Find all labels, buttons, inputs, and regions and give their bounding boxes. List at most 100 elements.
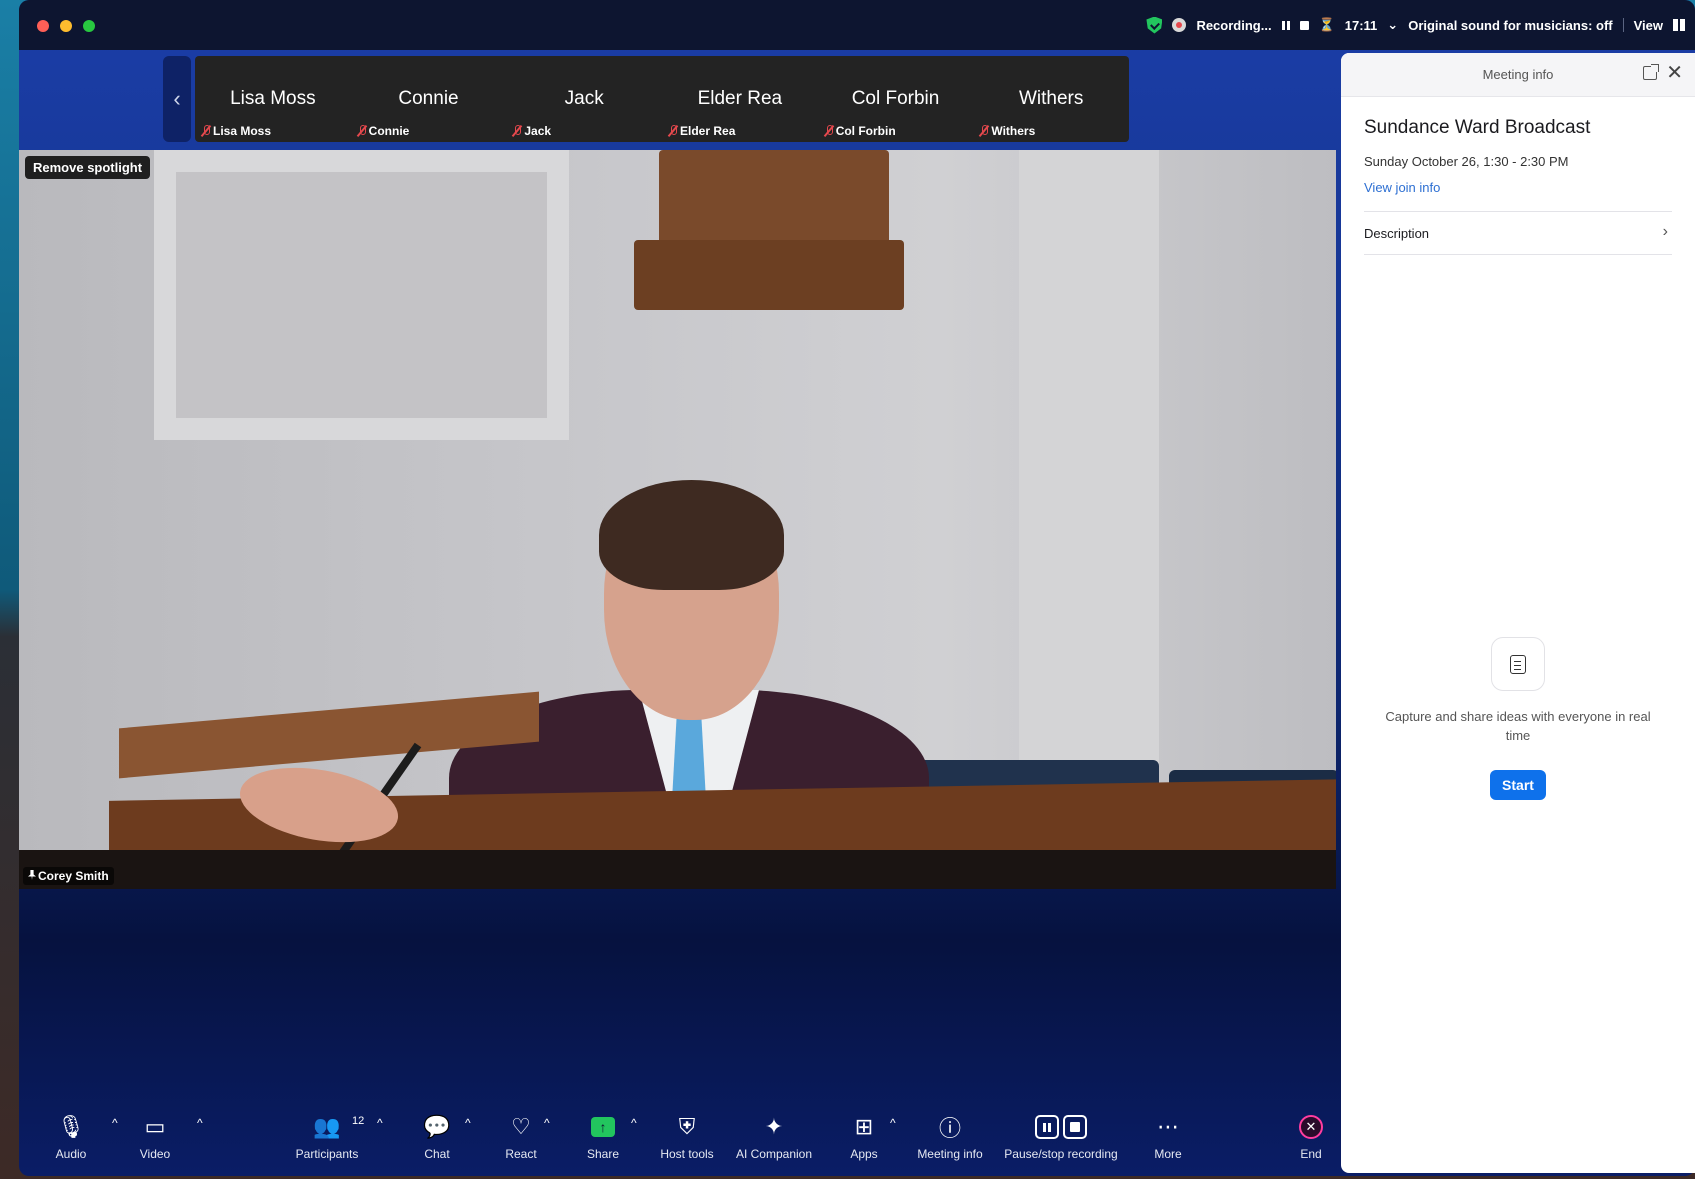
meeting-toolbar: 🎙 Audio ^ ▭ Video ^ 👥 Participants 12 ^ … [19,1110,1341,1170]
react-options-caret[interactable]: ^ [544,1116,550,1130]
encryption-shield-icon[interactable] [1146,16,1163,34]
video-scene-speaker-hair [599,480,784,590]
participant-name-label: Connie [357,124,409,138]
meeting-name: Sundance Ward Broadcast [1364,117,1591,138]
pause-icon [1035,1115,1059,1139]
participant-tile[interactable]: Jack Jack [506,56,662,142]
video-scene-wall-panel [154,150,569,440]
remove-spotlight-button[interactable]: Remove spotlight [25,156,151,179]
description-row[interactable]: Description › [1364,211,1672,255]
recording-indicator-icon [1172,18,1187,32]
notes-document-icon [1491,637,1545,691]
chat-options-caret[interactable]: ^ [465,1116,471,1130]
info-icon: ⓘ [938,1116,961,1141]
strip-prev-button[interactable]: ‹ [163,56,191,142]
mic-muted-icon [979,125,989,137]
meeting-info-button[interactable]: ⓘ Meeting info [912,1110,988,1170]
apps-button[interactable]: ⊞ Apps [840,1110,888,1170]
participant-tile[interactable]: Withers Withers [973,56,1129,142]
video-scene-floor [19,850,1336,889]
host-tools-button[interactable]: ⛨ Host tools [651,1110,723,1170]
video-scene-wood-fixture-base [634,240,904,310]
share-options-caret[interactable]: ^ [631,1116,637,1130]
participant-display-name: Elder Rea [697,88,783,109]
participant-display-name: Lisa Moss [230,88,316,109]
pause-recording-icon[interactable] [1281,20,1290,30]
stop-recording-icon[interactable] [1299,20,1309,30]
meeting-timer[interactable]: 17:11 [1345,18,1378,33]
original-sound-toggle[interactable]: Original sound for musicians: off [1408,18,1612,33]
participant-name-label: Jack [512,124,551,138]
minimize-window-button[interactable] [60,20,72,32]
mic-muted-icon [824,125,834,137]
chat-bubble-icon: 💬 [423,1114,451,1139]
ai-companion-button[interactable]: ✦ AI Companion [729,1110,819,1170]
end-x-icon: ✕ [1299,1115,1323,1139]
participant-name-label: Col Forbin [824,124,896,138]
participant-display-name: Jack [564,88,604,109]
popout-icon[interactable] [1643,64,1659,80]
panel-header: Meeting info ✕ [1341,53,1695,97]
participant-tile[interactable]: Elder Rea Elder Rea [662,56,818,142]
pause-stop-recording-button[interactable]: Pause/stop recording [999,1110,1123,1170]
chevron-right-icon: › [1662,223,1668,240]
participants-icon: 👥 [313,1114,341,1139]
audio-button[interactable]: 🎙 Audio [47,1110,95,1170]
fullscreen-window-button[interactable] [83,20,95,32]
view-menu-button[interactable]: View [1634,18,1663,33]
end-meeting-button[interactable]: ✕ End [1287,1110,1335,1170]
view-join-info-link[interactable]: View join info [1364,180,1440,195]
audio-options-caret[interactable]: ^ [112,1116,118,1130]
divider [1622,18,1624,32]
meeting-info-panel: Meeting info ✕ Sundance Ward Broadcast S… [1341,53,1695,1173]
grid-view-icon[interactable] [1673,19,1685,31]
panel-title: Meeting info [1482,67,1554,82]
speaker-name-label: Corey Smith [23,867,114,885]
apps-options-caret[interactable]: ^ [890,1116,896,1130]
mic-muted-icon [201,125,211,137]
heart-icon: ♡ [511,1114,531,1139]
apps-icon: ⊞ [854,1114,874,1139]
mic-muted-icon [668,125,678,137]
video-options-caret[interactable]: ^ [197,1116,203,1130]
share-screen-icon: ↑ [591,1117,615,1137]
chevron-left-icon: ‹ [173,86,181,111]
recording-status-text: Recording... [1196,17,1272,33]
microphone-icon: 🎙 [57,1114,85,1139]
participant-thumbnail-strip: Lisa Moss Lisa Moss Connie Connie Jack J… [195,56,1129,142]
spotlight-video[interactable]: Remove spotlight Corey Smith [19,150,1336,889]
more-dots-icon: ⋯ [1157,1114,1179,1139]
chat-button[interactable]: 💬 Chat [413,1110,461,1170]
video-button[interactable]: ▭ Video [131,1110,179,1170]
capture-ideas-text: Capture and share ideas with everyone in… [1385,709,1651,743]
participant-tile[interactable]: Col Forbin Col Forbin [818,56,974,142]
mic-muted-icon [357,125,367,137]
participant-tile[interactable]: Lisa Moss Lisa Moss [195,56,351,142]
stop-icon [1063,1115,1087,1139]
meeting-status-area: Recording... ⏳ 17:11 ⌄ Original sound fo… [1146,14,1685,36]
sparkle-icon: ✦ [764,1114,784,1139]
close-panel-icon[interactable]: ✕ [1666,63,1683,83]
participant-display-name: Col Forbin [851,88,940,109]
meeting-time: Sunday October 26, 1:30 - 2:30 PM [1364,154,1569,169]
participant-tile[interactable]: Connie Connie [351,56,507,142]
start-notes-button[interactable]: Start [1490,770,1546,800]
participant-display-name: Connie [398,88,459,109]
participant-name-label: Withers [979,124,1035,138]
react-button[interactable]: ♡ React [497,1110,545,1170]
participant-name-label: Elder Rea [668,124,735,138]
participants-count: 12 [352,1115,365,1127]
description-label: Description [1364,226,1430,241]
participant-name-label: Lisa Moss [201,124,271,138]
share-button[interactable]: ↑ Share [579,1110,627,1170]
timer-icon: ⏳ [1318,17,1335,32]
chevron-down-icon[interactable]: ⌄ [1387,17,1398,33]
close-window-button[interactable] [37,20,49,32]
title-bar: Recording... ⏳ 17:11 ⌄ Original sound fo… [19,0,1695,50]
shield-icon: ⛨ [678,1114,696,1139]
mic-muted-icon [512,125,522,137]
participants-options-caret[interactable]: ^ [377,1116,383,1130]
more-button[interactable]: ⋯ More [1144,1110,1192,1170]
participant-display-name: Withers [1018,88,1084,109]
pin-icon [28,870,36,880]
